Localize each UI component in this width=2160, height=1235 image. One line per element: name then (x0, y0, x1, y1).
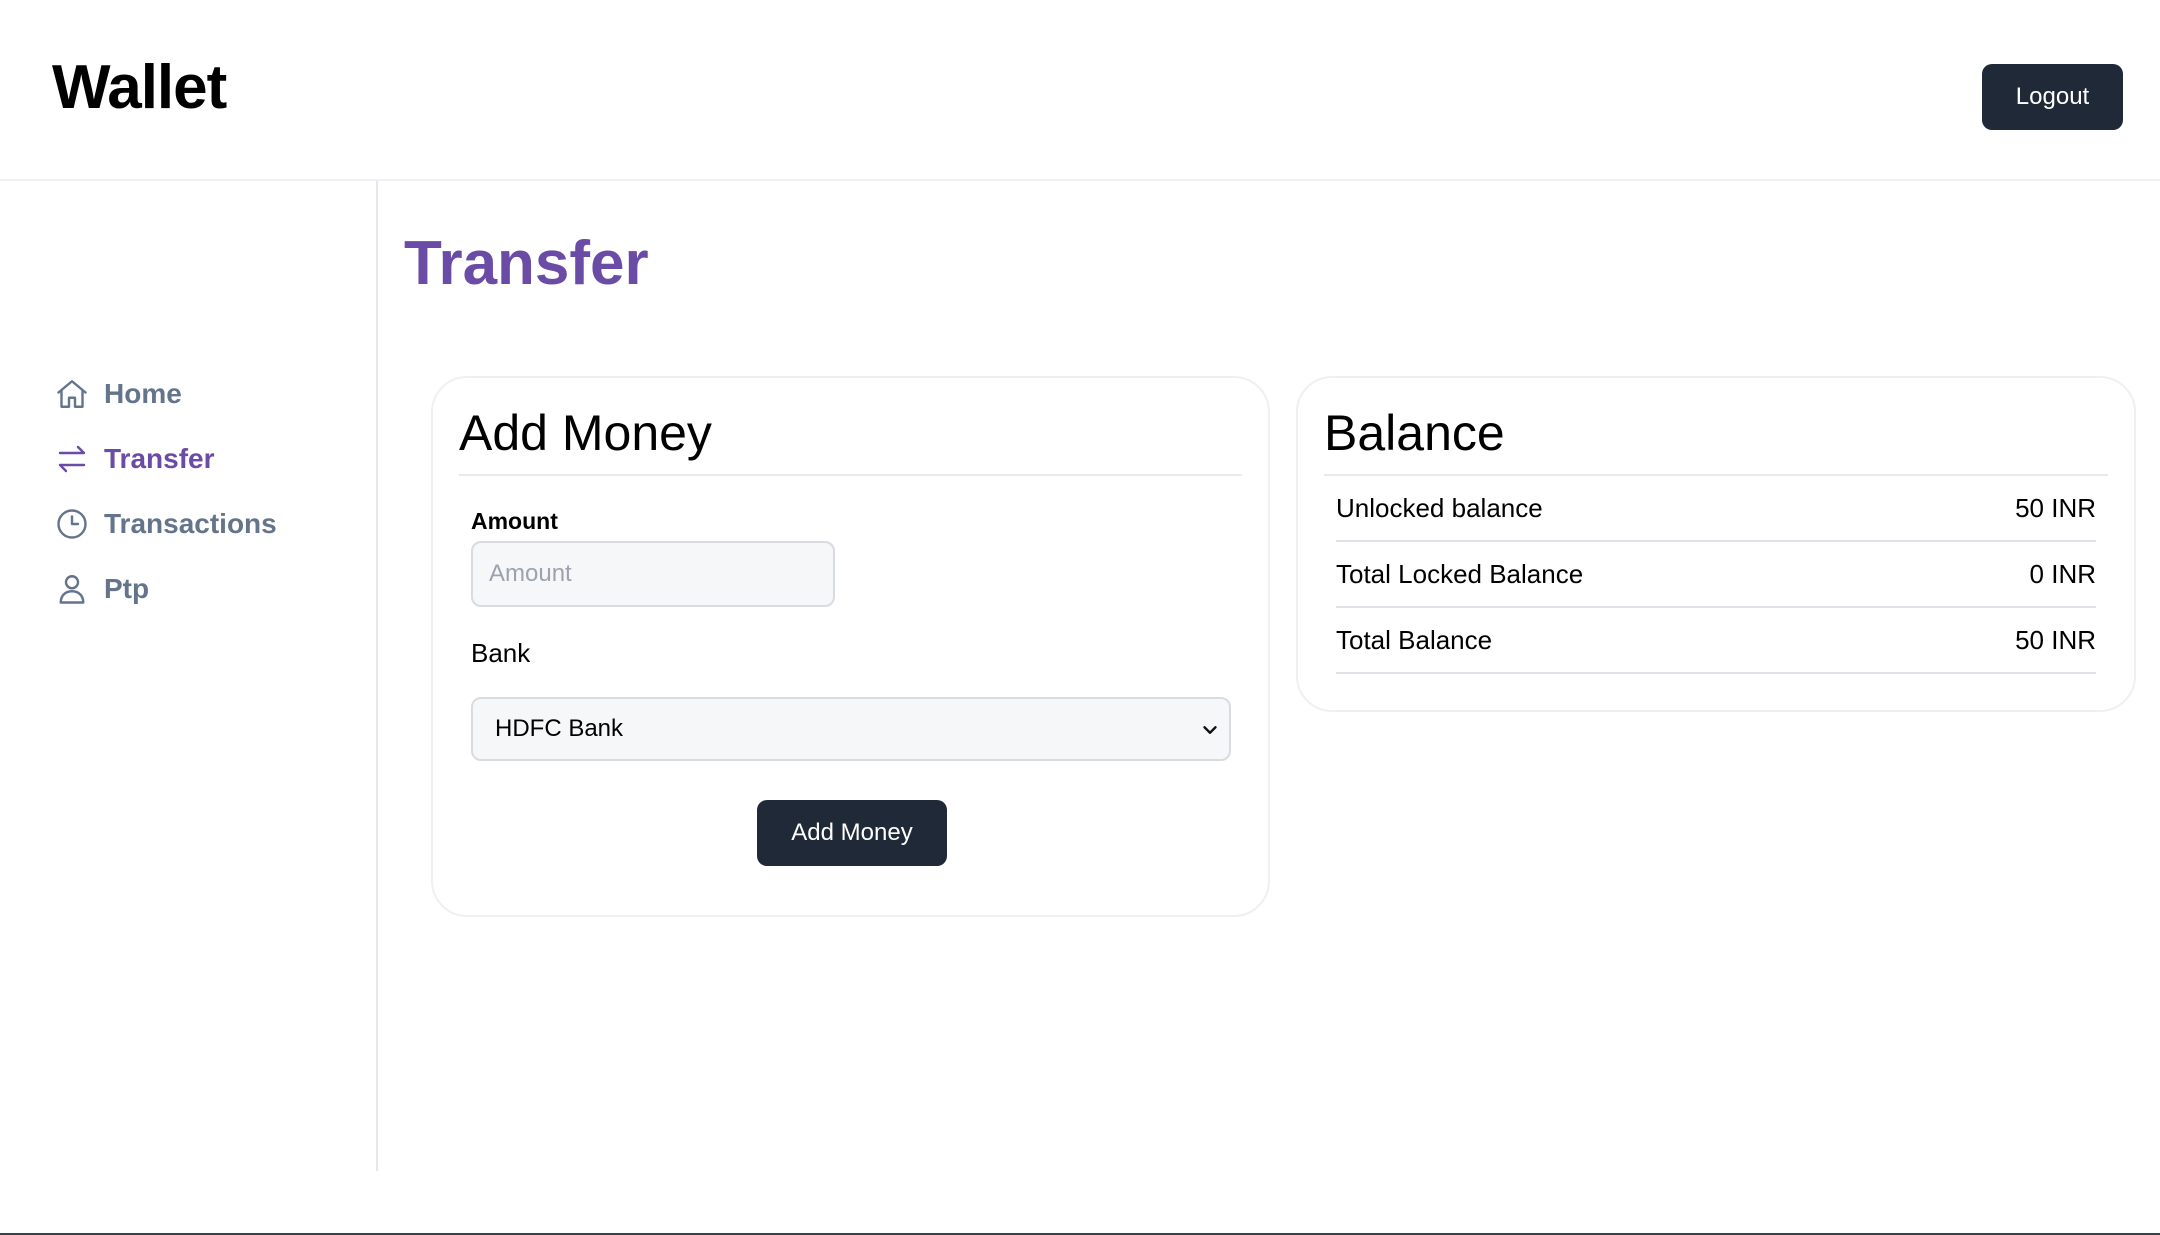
balance-row-total: Total Balance 50 INR (1336, 608, 2096, 674)
balance-row-value: 0 INR (2029, 558, 2096, 589)
chevron-down-icon (1199, 719, 1221, 741)
balance-row-value: 50 INR (2015, 624, 2096, 655)
divider (459, 474, 1242, 476)
balance-row-unlocked: Unlocked balance 50 INR (1336, 476, 2096, 542)
add-money-card: Add Money Amount Bank HDFC Bank Add Mone… (431, 376, 1270, 917)
top-bar: Wallet Logout (0, 0, 2160, 181)
sidebar: Home Transfer Transactions Ptp (0, 181, 378, 1171)
balance-row-label: Total Balance (1336, 624, 1493, 655)
balance-row-label: Total Locked Balance (1336, 558, 1584, 589)
balance-card: Balance Unlocked balance 50 INR Total Lo… (1296, 376, 2136, 712)
sidebar-item-label: Ptp (104, 573, 150, 604)
clock-icon (54, 506, 90, 542)
bank-select[interactable]: HDFC Bank (471, 697, 1231, 761)
sidebar-item-transactions[interactable]: Transactions (54, 502, 277, 546)
balance-row-label: Unlocked balance (1336, 492, 1543, 523)
sidebar-item-ptp[interactable]: Ptp (54, 567, 149, 611)
sidebar-item-label: Transactions (104, 508, 277, 539)
home-icon (54, 376, 90, 412)
balance-title: Balance (1324, 405, 1505, 461)
add-money-button[interactable]: Add Money (757, 800, 947, 866)
add-money-title: Add Money (459, 405, 712, 461)
balance-row-value: 50 INR (2015, 492, 2096, 523)
page-title: Transfer (404, 229, 649, 298)
amount-input[interactable] (471, 541, 835, 607)
balance-row-locked: Total Locked Balance 0 INR (1336, 542, 2096, 608)
sidebar-item-label: Home (104, 378, 182, 409)
sidebar-item-transfer[interactable]: Transfer (54, 437, 215, 481)
bank-label: Bank (471, 638, 531, 668)
user-icon (54, 571, 90, 607)
logout-button[interactable]: Logout (1982, 64, 2123, 130)
sidebar-item-label: Transfer (104, 443, 215, 474)
bank-selected-value: HDFC Bank (495, 715, 624, 742)
amount-label: Amount (471, 508, 558, 534)
sidebar-item-home[interactable]: Home (54, 372, 182, 416)
arrows-swap-icon (54, 441, 90, 477)
app-title: Wallet (52, 53, 227, 122)
